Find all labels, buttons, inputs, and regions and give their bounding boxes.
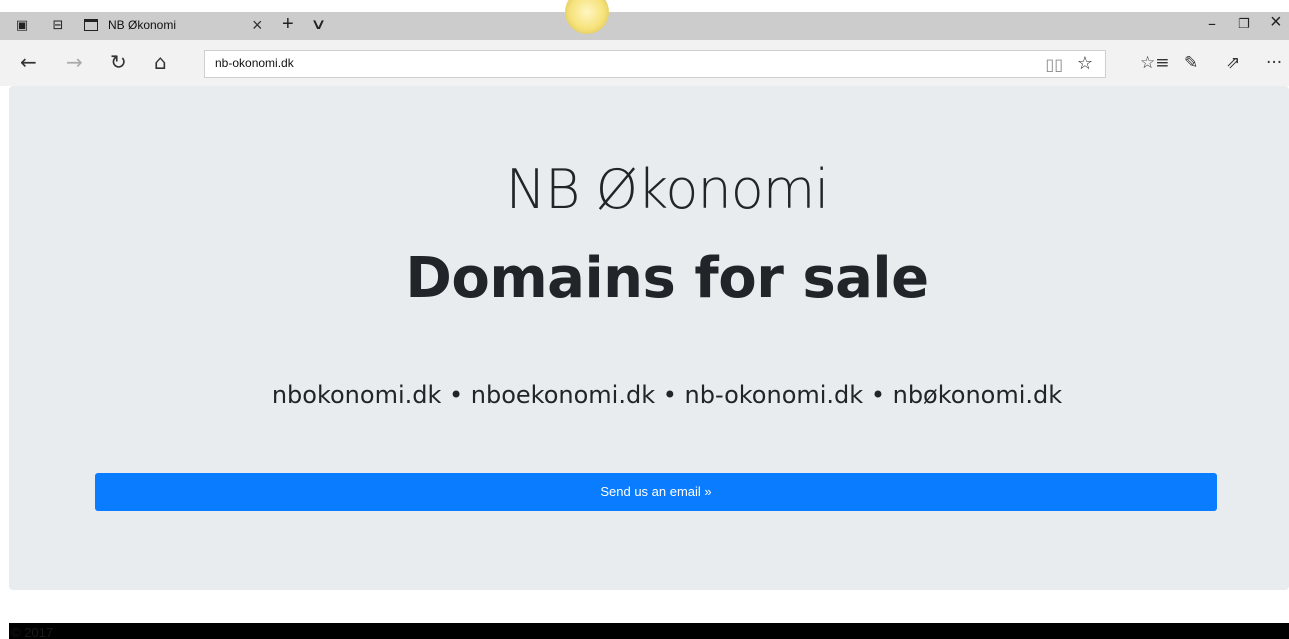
home-icon[interactable]: ⌂: [154, 50, 167, 74]
tab-dropdown-icon[interactable]: ∨: [310, 15, 326, 33]
tab-nb-okonomi[interactable]: NB Økonomi ×: [80, 12, 274, 40]
share-icon[interactable]: ⇗: [1226, 53, 1240, 73]
minimize-icon[interactable]: –: [1208, 14, 1216, 33]
footer: © 2017: [9, 623, 1289, 639]
tab-close-icon[interactable]: ×: [252, 15, 263, 36]
brand-title: NB Økonomi: [505, 158, 830, 221]
close-window-icon[interactable]: ×: [1270, 11, 1282, 34]
restore-icon[interactable]: ❐: [1238, 17, 1250, 32]
set-aside-tabs-icon[interactable]: ⊟: [50, 18, 66, 34]
sun-glare-decoration: [565, 0, 609, 34]
refresh-icon[interactable]: ↻: [110, 50, 127, 74]
copyright-text: © 2017: [11, 625, 54, 639]
jumbotron: NB Økonomi Domains for sale nbokonomi.dk…: [9, 86, 1289, 590]
forward-icon[interactable]: →: [66, 50, 83, 74]
headline: Domains for sale: [405, 246, 929, 311]
send-email-button[interactable]: Send us an email »: [95, 473, 1217, 511]
more-icon[interactable]: ···: [1266, 53, 1282, 73]
new-tab-icon[interactable]: +: [282, 13, 294, 36]
reading-view-icon[interactable]: ▯▯: [1045, 55, 1063, 74]
tab-preview-icon[interactable]: ▣: [14, 18, 30, 34]
page-content: NB Økonomi Domains for sale nbokonomi.dk…: [0, 86, 1289, 639]
favorite-star-icon[interactable]: ☆: [1077, 53, 1093, 74]
favorites-hub-icon[interactable]: ☆≡: [1140, 53, 1169, 73]
tab-page-icon: [84, 19, 98, 31]
tab-title: NB Økonomi: [108, 18, 177, 32]
address-bar[interactable]: nb-okonomi.dk ▯▯ ☆: [204, 50, 1106, 78]
address-url: nb-okonomi.dk: [215, 56, 294, 70]
domain-list: nbokonomi.dk • nboekonomi.dk • nb-okonom…: [271, 381, 1063, 409]
notes-icon[interactable]: ✎: [1184, 53, 1198, 73]
back-icon[interactable]: ←: [20, 50, 37, 74]
title-bar: ▣ ⊟ NB Økonomi × + ∨ – ❐ ×: [0, 0, 1289, 40]
navigation-bar: ← → ↻ ⌂ nb-okonomi.dk ▯▯ ☆ ☆≡ ✎ ⇗ ···: [0, 40, 1289, 86]
